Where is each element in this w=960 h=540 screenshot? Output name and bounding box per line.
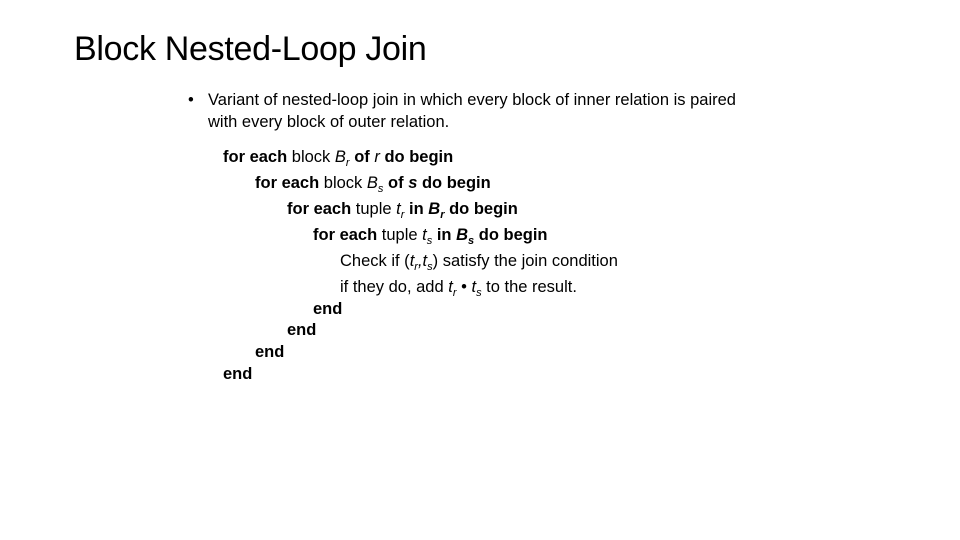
code-line-5: Check if (tr,ts) satisfy the join condit… (340, 251, 618, 273)
var-B: B (334, 148, 346, 166)
keyword-of: of (388, 174, 404, 192)
add-prefix: if they do, add (340, 278, 449, 296)
code-line-end-3: end (287, 321, 317, 339)
check-suffix: ) satisfy the join condition (432, 252, 618, 270)
relation-r: r (374, 148, 380, 166)
var-B: B (428, 200, 441, 218)
keyword-do-begin: do begin (449, 200, 518, 218)
var-B: B (366, 174, 378, 192)
keyword-for-each: for each (255, 174, 320, 192)
code-line-1: for each block Br of r do begin (223, 147, 454, 169)
subscript-s: s (426, 235, 433, 247)
slide-title: Block Nested-Loop Join (74, 30, 427, 68)
keyword-do-begin: do begin (478, 226, 548, 244)
word-block: block (291, 148, 331, 166)
code-line-2: for each block Bs of s do begin (255, 173, 491, 195)
code-line-end-1: end (223, 365, 253, 383)
relation-s: s (408, 174, 418, 192)
word-tuple: tuple (355, 200, 392, 218)
code-line-6: if they do, add tr • ts to the result. (340, 277, 577, 299)
subscript-r: r (345, 157, 350, 169)
code-line-4: for each tuple ts in Bs do begin (313, 225, 548, 247)
bullet-marker: • (188, 91, 194, 109)
keyword-do-begin: do begin (421, 174, 491, 192)
keyword-in: in (409, 200, 424, 218)
var-B: B (456, 226, 469, 244)
keyword-in: in (436, 226, 452, 244)
keyword-for-each: for each (287, 200, 352, 218)
word-block: block (323, 174, 363, 192)
keyword-for-each: for each (313, 226, 378, 244)
subscript-s: s (377, 183, 384, 195)
subscript-s: s (468, 235, 475, 247)
keyword-of: of (354, 148, 370, 166)
check-prefix: Check if ( (340, 252, 410, 270)
keyword-for-each: for each (223, 148, 288, 166)
bullet-item: • Variant of nested-loop join in which e… (188, 90, 748, 133)
keyword-do-begin: do begin (384, 148, 454, 166)
code-line-3: for each tuple tr in Br do begin (287, 199, 518, 221)
subscript-r: r (400, 209, 405, 221)
concat-operator: • (456, 278, 472, 296)
code-line-end-4: end (313, 300, 343, 318)
code-line-end-2: end (255, 343, 285, 361)
word-tuple: tuple (381, 226, 418, 244)
add-suffix: to the result. (481, 278, 577, 296)
bullet-text: Variant of nested-loop join in which eve… (208, 91, 736, 131)
subscript-r: r (440, 209, 445, 221)
